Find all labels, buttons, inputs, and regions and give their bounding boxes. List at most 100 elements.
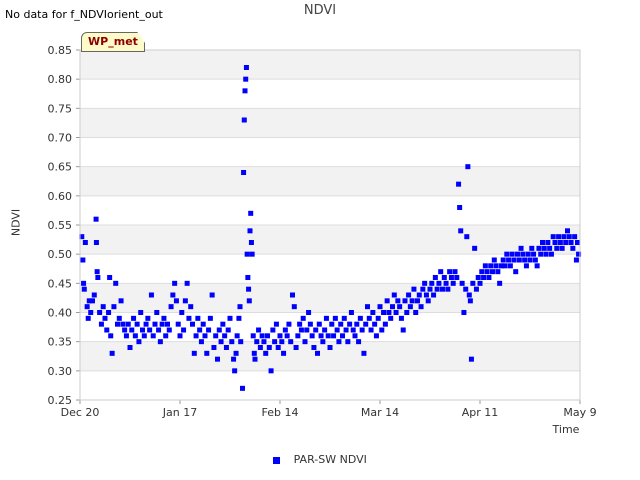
data-point (218, 339, 224, 345)
data-point (561, 234, 567, 240)
data-point (347, 321, 353, 327)
data-point (545, 240, 551, 245)
y-tick-label: 0.75 (48, 102, 73, 115)
data-point (341, 315, 347, 321)
data-point (473, 286, 479, 292)
data-point (329, 321, 335, 327)
data-point (563, 240, 569, 245)
data-point (409, 298, 415, 304)
data-point (282, 327, 288, 333)
data-point (511, 257, 517, 263)
data-point (363, 321, 369, 327)
data-point (482, 263, 488, 269)
data-point (108, 333, 114, 339)
data-point (200, 321, 206, 327)
data-point (125, 321, 131, 327)
data-point (502, 263, 508, 269)
x-axis-ticks: Dec 20 Jan 17 Feb 14 Mar 14 Apr 11 May 9 (61, 400, 597, 419)
data-point (94, 269, 100, 275)
data-point (470, 280, 476, 286)
data-point (190, 321, 195, 327)
data-point (170, 292, 176, 298)
data-point (213, 333, 219, 339)
background-band (80, 108, 580, 138)
data-point (527, 257, 533, 263)
data-point (522, 257, 528, 263)
data-point (523, 263, 529, 269)
y-tick-label: 0.60 (48, 190, 73, 203)
data-point (238, 339, 244, 345)
x-tick-label: Mar 14 (361, 406, 399, 419)
x-tick-label: Apr 11 (462, 406, 499, 419)
data-point (361, 350, 367, 356)
data-point (370, 310, 376, 315)
data-point (432, 275, 438, 280)
data-point (223, 345, 229, 350)
data-point (145, 315, 151, 321)
data-point (104, 327, 110, 333)
y-tick-label: 0.85 (48, 44, 73, 57)
data-point (345, 339, 351, 345)
data-point (215, 356, 220, 362)
data-point (150, 333, 156, 339)
data-point (93, 240, 99, 245)
y-tick-label: 0.45 (48, 277, 73, 290)
data-point (343, 327, 349, 333)
data-point (456, 181, 462, 187)
data-point (366, 315, 372, 321)
data-point (295, 333, 301, 339)
data-point (81, 286, 87, 292)
data-point (202, 333, 208, 339)
legend: PAR-SW NDVI (0, 453, 640, 466)
data-point (541, 245, 547, 251)
data-point (157, 339, 163, 345)
data-point (518, 245, 524, 251)
data-point (452, 269, 458, 275)
data-point (457, 205, 463, 210)
data-point (431, 292, 437, 298)
data-point (506, 257, 512, 263)
data-point (327, 345, 333, 350)
data-point (284, 333, 290, 339)
data-point (552, 240, 558, 245)
data-point (154, 310, 160, 315)
data-point (229, 339, 235, 345)
data-point (543, 251, 549, 257)
data-point (467, 298, 473, 304)
data-point (354, 321, 360, 327)
data-point (491, 257, 497, 263)
data-point (463, 286, 469, 292)
data-point (398, 315, 404, 321)
data-point (247, 228, 253, 234)
data-point (148, 292, 154, 298)
data-point (448, 275, 454, 280)
x-tick-label: May 9 (563, 406, 596, 419)
data-point (572, 234, 578, 240)
data-point (540, 240, 545, 245)
y-tick-label: 0.35 (48, 336, 73, 349)
data-point (500, 257, 506, 263)
data-point (173, 298, 179, 304)
data-point (504, 251, 510, 257)
data-point (207, 315, 213, 321)
data-point (118, 298, 124, 304)
data-point (165, 321, 170, 327)
data-point (254, 339, 260, 345)
data-point (472, 245, 478, 251)
data-point (466, 292, 472, 298)
data-point (175, 321, 181, 327)
data-point (84, 304, 90, 310)
background-band (80, 195, 580, 225)
data-point (416, 292, 422, 298)
data-point (106, 310, 112, 315)
data-point (272, 339, 278, 345)
data-point (209, 292, 215, 298)
data-point (184, 280, 190, 286)
data-point (222, 333, 228, 339)
data-point (334, 327, 340, 333)
data-point (250, 333, 256, 339)
data-point (490, 269, 495, 275)
data-point (237, 304, 243, 310)
data-point (547, 245, 553, 251)
data-point (115, 321, 120, 327)
